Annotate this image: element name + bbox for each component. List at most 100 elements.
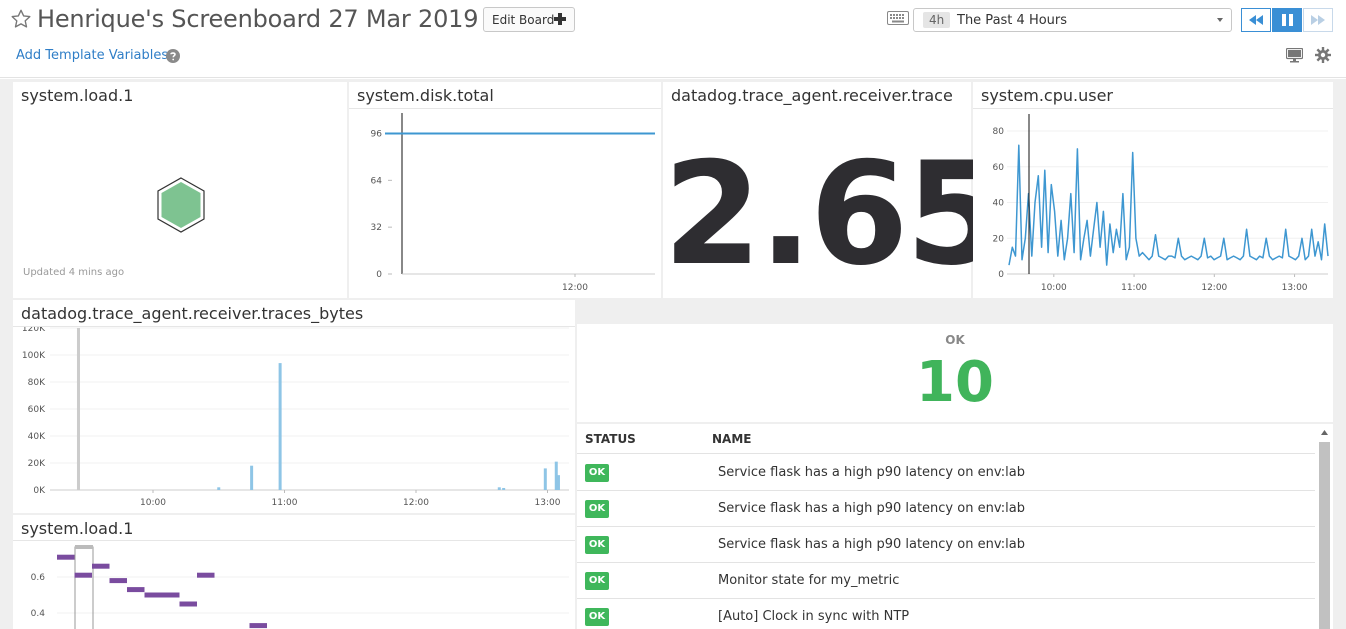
load-heatmap-chart[interactable]: 0.4 0.6 — [13, 541, 575, 629]
monitor-row[interactable]: OK Service flask has a high p90 latency … — [577, 455, 1315, 491]
check-status-count: 10 — [916, 350, 994, 415]
scroll-thumb[interactable] — [1319, 442, 1330, 629]
status-badge: OK — [585, 500, 609, 518]
monitor-scrollbar[interactable] — [1318, 426, 1331, 629]
help-icon[interactable] — [166, 49, 180, 63]
fast-forward-icon — [1311, 15, 1325, 25]
traces-bytes-bar — [502, 487, 506, 490]
widget-title: datadog.trace_agent.receiver.traces_byte… — [21, 304, 364, 323]
y-tick-label: 0.6 — [31, 573, 46, 583]
widget-title: system.load.1 — [21, 86, 134, 105]
check-status-label: OK — [945, 333, 965, 347]
traces-bytes-bar — [543, 468, 547, 490]
traces-bytes-bar — [497, 487, 501, 490]
disk-total-widget[interactable]: system.disk.total 0 32 64 96 12:00 — [349, 82, 661, 298]
traces-bytes-bar — [556, 475, 560, 490]
dashboard-board: system.load.1 Updated 4 mins ago system.… — [0, 79, 1346, 629]
cpu-series-line — [1008, 144, 1329, 266]
hover-column — [74, 546, 94, 629]
y-tick-label: 64 — [371, 176, 383, 186]
host-hexagon[interactable] — [155, 176, 207, 234]
rewind-button[interactable] — [1241, 8, 1271, 32]
query-value-widget[interactable]: datadog.trace_agent.receiver.trace 2.65 — [663, 82, 1004, 298]
monitor-row[interactable]: OK Service flask has a high p90 latency … — [577, 491, 1315, 527]
keyboard-icon[interactable] — [887, 11, 909, 25]
traces-bytes-bar-chart[interactable]: 0K 20K 40K 60K 80K 100K 120K 10:00 11:00 12:00 13:… — [13, 327, 575, 513]
edit-board-button[interactable]: Edit Board — [483, 7, 575, 32]
traces-bytes-bar — [217, 487, 221, 490]
heatmap-cell — [179, 601, 197, 607]
monitor-name[interactable]: Service flask has a high p90 latency on … — [718, 465, 1025, 480]
disk-timeseries-chart[interactable]: 0 32 64 96 12:00 — [349, 109, 661, 298]
x-tick-label: 10:00 — [1041, 283, 1067, 293]
timeframe-badge: 4h — [923, 12, 951, 28]
scroll-up-icon[interactable] — [1321, 430, 1328, 435]
y-tick-label: 20 — [993, 234, 1005, 244]
board-title: Henrique's Screenboard 27 Mar 2019 1... — [37, 5, 524, 33]
monitor-name[interactable]: Service flask has a high p90 latency on … — [718, 537, 1025, 552]
fast-forward-button[interactable] — [1303, 8, 1333, 32]
status-badge: OK — [585, 572, 609, 590]
widget-title: system.cpu.user — [981, 86, 1114, 105]
monitor-name[interactable]: Service flask has a high p90 latency on … — [718, 501, 1025, 516]
traces-bytes-bar — [250, 465, 254, 490]
heatmap-cell — [249, 623, 267, 629]
monitor-name[interactable]: Monitor state for my_metric — [718, 573, 899, 588]
y-tick-label: 20K — [28, 459, 46, 469]
monitor-summary-widget[interactable]: STATUS NAME OK Service flask has a high … — [577, 424, 1333, 629]
y-tick-label: 80K — [28, 378, 46, 388]
cpu-user-widget[interactable]: system.cpu.user 0 20 40 60 80 10:00 11:00 12:00… — [973, 82, 1333, 298]
gear-icon[interactable] — [1315, 47, 1331, 63]
monitor-row[interactable]: OK Service flask has a high p90 latency … — [577, 527, 1315, 563]
y-tick-label: 100K — [22, 351, 46, 361]
hover-column-cap — [75, 545, 93, 549]
cpu-timeseries-chart[interactable]: 0 20 40 60 80 10:00 11:00 12:00 13:00 — [973, 109, 1333, 298]
monitor-name[interactable]: [Auto] Clock in sync with NTP — [718, 609, 909, 624]
pause-button[interactable] — [1272, 8, 1302, 32]
playback-controls — [1241, 8, 1333, 32]
updated-timestamp: Updated 4 mins ago — [23, 267, 125, 278]
y-tick-label: 0 — [998, 270, 1004, 280]
name-column-header[interactable]: NAME — [712, 432, 751, 446]
monitor-row[interactable]: OK [Auto] Clock in sync with NTP — [577, 599, 1315, 629]
traces-bytes-widget[interactable]: datadog.trace_agent.receiver.traces_byte… — [13, 300, 575, 513]
status-column-header[interactable]: STATUS — [585, 432, 636, 446]
tv-icon[interactable] — [1286, 48, 1303, 63]
status-badge: OK — [585, 536, 609, 554]
y-tick-label: 0.4 — [31, 609, 46, 619]
y-tick-label: 40K — [28, 432, 46, 442]
heatmap-cell — [197, 572, 215, 578]
load-distribution-widget[interactable]: system.load.1 0.4 0.6 — [13, 515, 575, 629]
hostmap-widget[interactable]: system.load.1 Updated 4 mins ago — [13, 82, 347, 298]
query-value-number: 2.65 — [663, 132, 1004, 297]
heatmap-cell — [127, 587, 145, 593]
plus-icon — [554, 13, 566, 25]
heatmap-cell — [92, 563, 110, 569]
monitor-row[interactable]: OK Monitor state for my_metric — [577, 563, 1315, 599]
y-tick-label: 96 — [371, 129, 383, 139]
y-tick-label: 60 — [993, 163, 1005, 173]
widget-title: system.disk.total — [357, 86, 494, 105]
traces-bytes-bar — [278, 363, 282, 490]
y-tick-label: 60K — [28, 405, 46, 415]
heatmap-cell — [144, 592, 162, 598]
y-tick-label: 32 — [371, 223, 382, 233]
edit-board-label: Edit Board — [492, 12, 555, 27]
heatmap-cell — [162, 592, 180, 598]
heatmap-cell — [74, 572, 92, 578]
check-status-widget[interactable]: OK 10 — [577, 324, 1333, 422]
y-tick-label: 40 — [993, 199, 1005, 209]
y-tick-label: 120K — [22, 327, 46, 334]
timeframe-select[interactable]: 4h The Past 4 Hours — [913, 8, 1232, 32]
heatmap-cell — [57, 554, 75, 560]
widget-title: system.load.1 — [21, 519, 134, 538]
x-tick-label: 10:00 — [140, 498, 166, 508]
add-template-variables-link[interactable]: Add Template Variables — [16, 48, 168, 63]
pause-icon — [1281, 14, 1293, 26]
rewind-icon — [1249, 15, 1263, 25]
x-tick-label: 13:00 — [535, 498, 561, 508]
heatmap-cell — [109, 578, 127, 584]
y-tick-label: 0 — [376, 270, 382, 280]
star-icon[interactable] — [10, 8, 32, 30]
y-tick-label: 80 — [993, 127, 1005, 137]
